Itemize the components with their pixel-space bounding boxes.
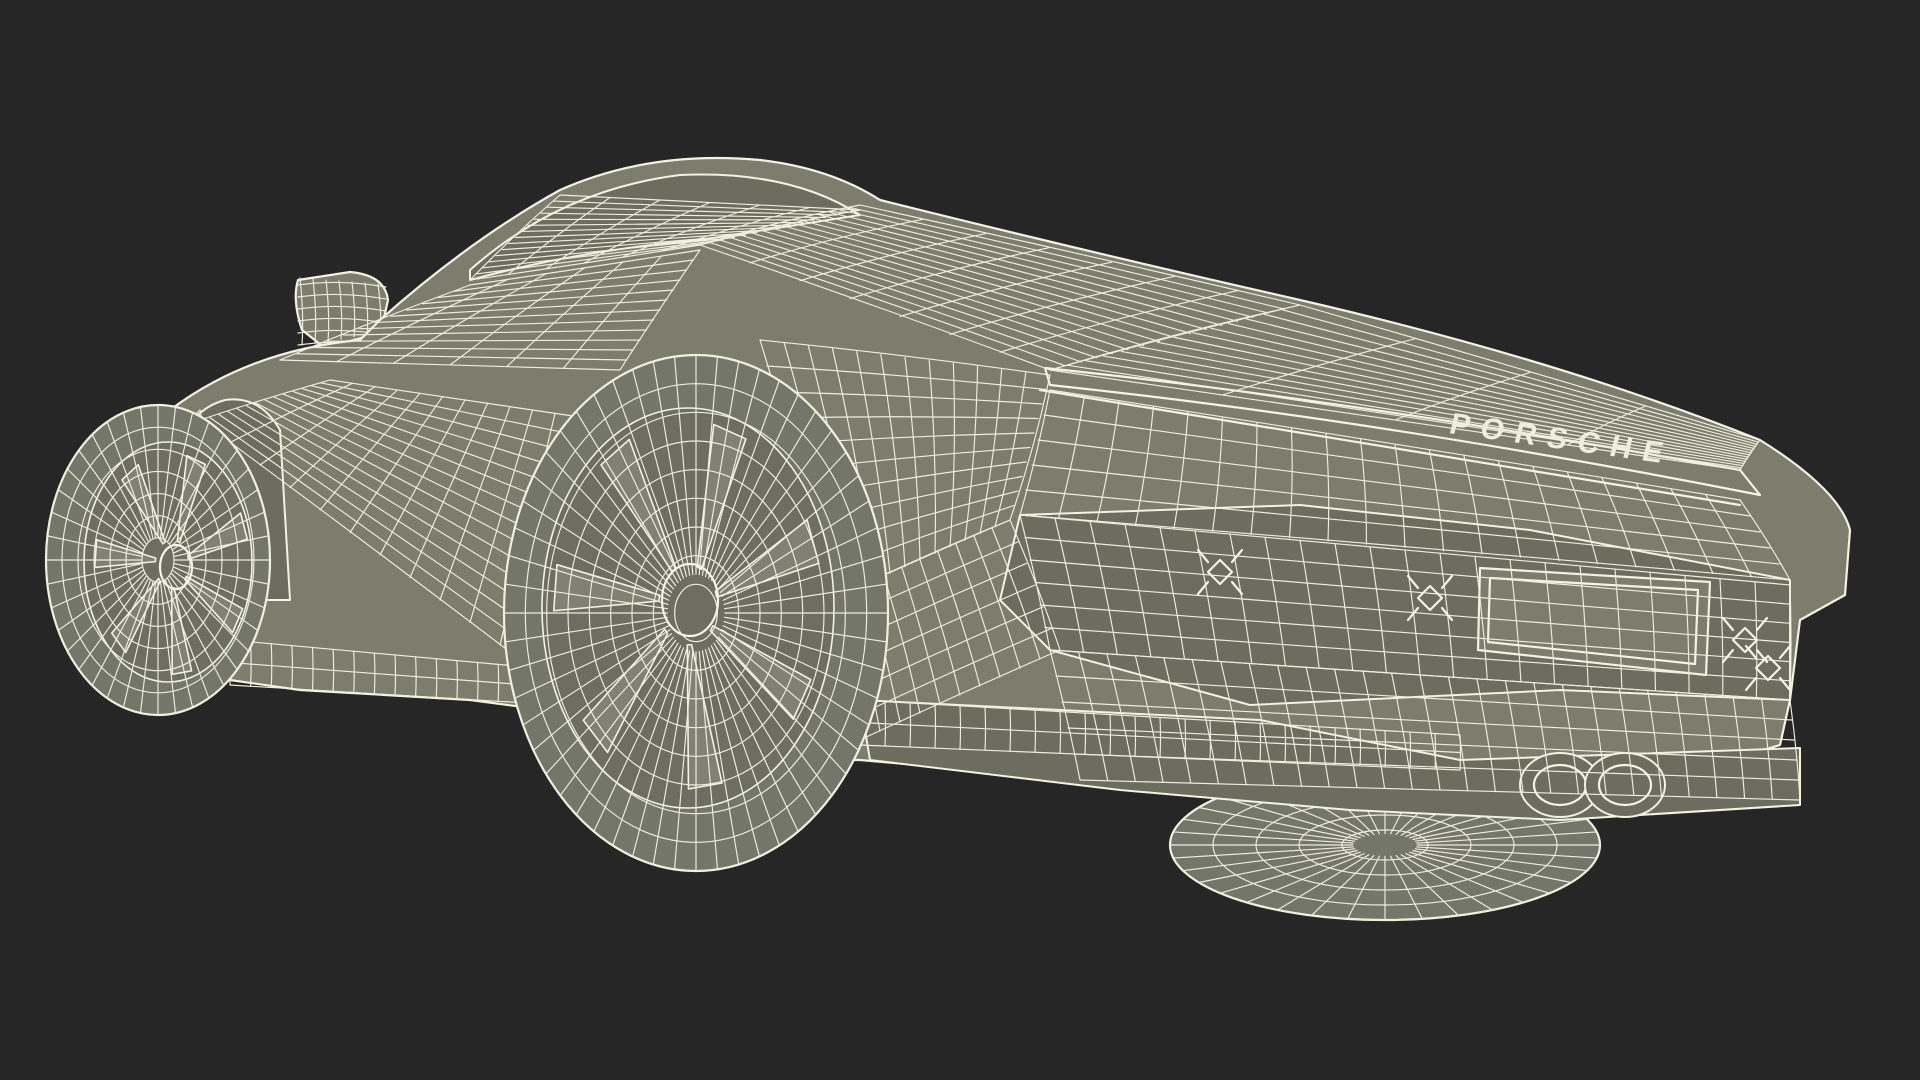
front-left-wheel (44, 403, 272, 717)
car-wireframe-model: PORSCHE (44, 156, 1852, 922)
viewport: PORSCHE (0, 0, 1920, 1080)
rear-left-wheel (502, 353, 890, 873)
car-body: PORSCHE (138, 156, 1852, 821)
